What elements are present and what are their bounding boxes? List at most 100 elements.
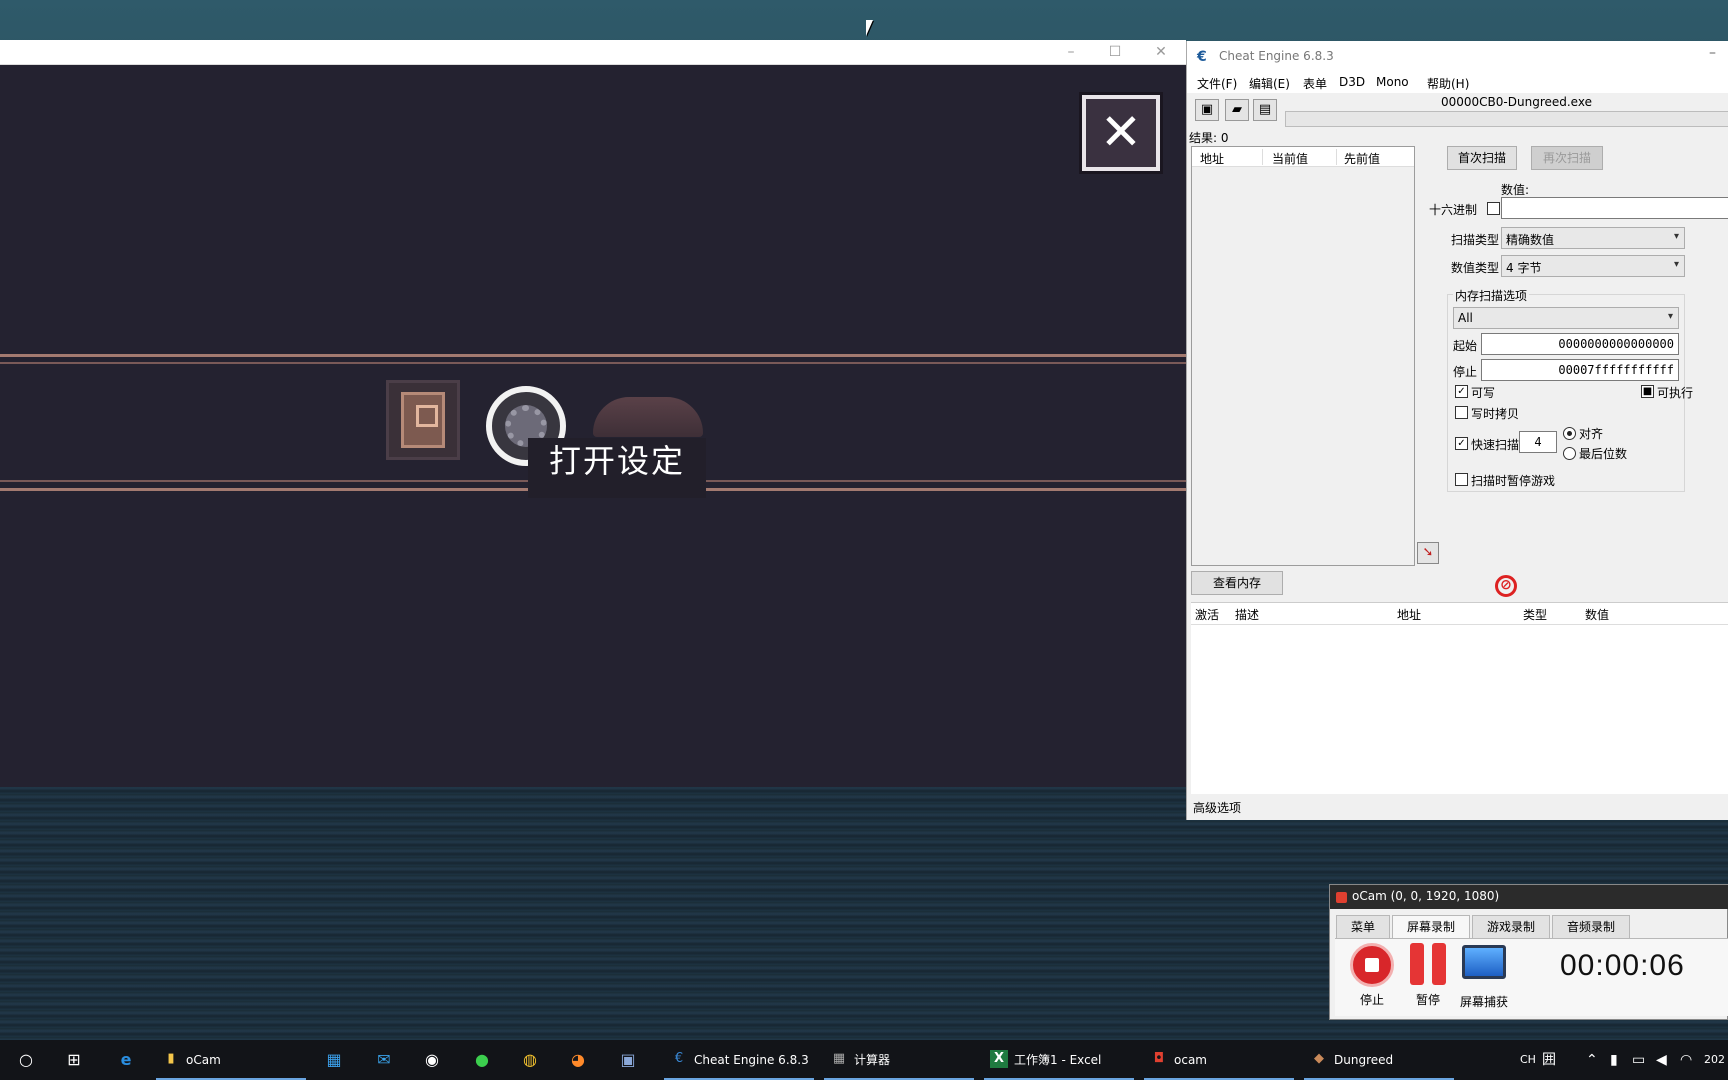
wifi-icon[interactable]: ◠ — [1680, 1040, 1692, 1080]
taskbar-app-dungreed[interactable]: ◆ Dungreed — [1304, 1040, 1454, 1080]
ocam-window: oCam (0, 0, 1920, 1080) 菜单 屏幕录制 游戏录制 音频录… — [1329, 884, 1728, 1020]
capture-label: 屏幕捕获 — [1459, 995, 1508, 1009]
cheat-table[interactable]: 激活 描述 地址 类型 数值 — [1191, 602, 1728, 794]
col-value[interactable]: 数值 — [1585, 606, 1609, 623]
col-description[interactable]: 描述 — [1235, 606, 1259, 623]
wechat-icon[interactable]: ● — [470, 1048, 494, 1072]
menu-d3d[interactable]: D3D — [1339, 75, 1365, 89]
scan-value-input[interactable] — [1501, 197, 1728, 219]
taskbar-app-label: 工作簿1 - Excel — [1014, 1053, 1102, 1067]
fast-scan-label: 快速扫描 — [1471, 438, 1520, 452]
battery-icon[interactable]: ▭ — [1632, 1040, 1645, 1080]
fast-scan-checkbox[interactable]: ✓ — [1455, 437, 1468, 450]
ocam-titlebar[interactable]: oCam (0, 0, 1920, 1080) — [1330, 885, 1728, 909]
last-digits-radio[interactable] — [1563, 447, 1576, 460]
scan-type-label: 扫描类型 — [1451, 233, 1500, 247]
menu-band-top-line-inner — [0, 362, 1186, 364]
found-address-list[interactable]: 地址 当前值 先前值 — [1191, 146, 1415, 566]
input-language-indicator[interactable]: CH — [1520, 1040, 1536, 1080]
view-memory-button[interactable]: 查看内存 — [1191, 571, 1283, 595]
close-icon[interactable]: ✕ — [1138, 40, 1184, 65]
writable-checkbox[interactable]: ✓ — [1455, 385, 1468, 398]
volume-icon[interactable]: ◀ — [1656, 1040, 1667, 1080]
open-file-icon[interactable]: ▰ — [1225, 99, 1249, 121]
menu-edit[interactable]: 编辑(E) — [1249, 75, 1290, 92]
ce-minimize-icon[interactable]: – — [1709, 45, 1728, 61]
stop-icon — [1350, 943, 1394, 987]
pause-record-button[interactable]: 暂停 — [1400, 943, 1456, 1011]
copy-on-write-label: 写时拷贝 — [1471, 407, 1520, 421]
microphone-icon[interactable]: ▮ — [1610, 1040, 1618, 1080]
menu-table[interactable]: 表单 — [1303, 75, 1327, 92]
game-window: – ☐ ✕ ✕ 打开设定 — [0, 40, 1186, 787]
pause-game-checkbox[interactable] — [1455, 473, 1468, 486]
pause-icon — [1406, 943, 1450, 987]
open-process-icon[interactable]: ▣ — [1195, 99, 1219, 121]
taskbar-app-label: Cheat Engine 6.8.3 — [694, 1053, 809, 1067]
fast-scan-alignment-input[interactable]: 4 — [1519, 431, 1557, 453]
maximize-icon[interactable]: ☐ — [1092, 40, 1138, 65]
align-radio[interactable] — [1563, 427, 1576, 440]
clock[interactable]: 202 — [1704, 1040, 1725, 1080]
value-label: 数值: — [1501, 183, 1530, 197]
stop-record-button[interactable]: 停止 — [1344, 943, 1400, 1011]
executable-checkbox[interactable]: ■ — [1641, 385, 1654, 398]
copy-on-write-checkbox[interactable] — [1455, 406, 1468, 419]
arrow-add-icon[interactable]: ➘ — [1417, 542, 1439, 564]
mail-icon[interactable]: ✉ — [372, 1048, 396, 1072]
taskbar-app-calculator[interactable]: ▦ 计算器 — [824, 1040, 974, 1080]
ce-menubar: 文件(F) 编辑(E) 表单 D3D Mono 帮助(H) — [1187, 71, 1728, 93]
firefox-icon[interactable]: ◕ — [566, 1048, 590, 1072]
minimize-icon[interactable]: – — [1048, 40, 1094, 65]
taskbar-app-cheat-engine[interactable]: € Cheat Engine 6.8.3 — [664, 1040, 814, 1080]
pause-label: 暂停 — [1415, 993, 1440, 1007]
chrome-icon[interactable]: ◍ — [518, 1048, 542, 1072]
col-type[interactable]: 类型 — [1523, 606, 1547, 623]
save-file-icon[interactable]: ▤ — [1253, 99, 1277, 121]
ce-titlebar[interactable]: € Cheat Engine 6.8.3 – — [1187, 41, 1728, 71]
col-previous-value[interactable]: 先前值 — [1344, 150, 1380, 167]
first-scan-button[interactable]: 首次扫描 — [1447, 146, 1517, 170]
game-titlebar[interactable]: – ☐ ✕ — [0, 40, 1186, 65]
cheat-engine-window: € Cheat Engine 6.8.3 – 文件(F) 编辑(E) 表单 D3… — [1186, 41, 1728, 820]
no-entry-icon[interactable]: ⊘ — [1495, 575, 1517, 597]
folder-icon: ▮ — [167, 1051, 175, 1066]
col-table-address[interactable]: 地址 — [1397, 606, 1421, 623]
tab-game-record[interactable]: 游戏录制 — [1472, 915, 1550, 939]
col-current-value[interactable]: 当前值 — [1272, 150, 1308, 167]
ime-mode-indicator[interactable]: 囲 — [1542, 1040, 1556, 1080]
book-icon[interactable] — [386, 380, 460, 460]
start-address-label: 起始 — [1453, 339, 1478, 353]
computer-manager-icon[interactable]: ▣ — [616, 1048, 640, 1072]
hex-checkbox[interactable] — [1487, 202, 1500, 215]
tab-screen-record[interactable]: 屏幕录制 — [1392, 915, 1470, 939]
col-active[interactable]: 激活 — [1195, 606, 1219, 623]
tab-audio-record[interactable]: 音频录制 — [1552, 915, 1630, 939]
chevron-up-icon[interactable]: ⌃ — [1586, 1040, 1598, 1080]
chevron-down-icon: ▾ — [1673, 231, 1679, 242]
menu-mono[interactable]: Mono — [1376, 75, 1409, 89]
wing-icon[interactable] — [590, 390, 706, 444]
menu-file[interactable]: 文件(F) — [1197, 75, 1237, 92]
qq-icon[interactable]: ◉ — [420, 1048, 444, 1072]
tab-menu[interactable]: 菜单 — [1336, 915, 1390, 939]
edge-browser-icon[interactable]: e — [114, 1048, 138, 1072]
memory-region-select[interactable]: All ▾ — [1453, 307, 1679, 329]
taskbar-app-excel[interactable]: X 工作簿1 - Excel — [984, 1040, 1134, 1080]
task-view-icon[interactable]: ⊞ — [62, 1048, 86, 1072]
search-circle-icon[interactable]: ○ — [14, 1048, 38, 1072]
next-scan-button[interactable]: 再次扫描 — [1531, 146, 1603, 170]
taskbar-app-ocam-folder[interactable]: ▮ oCam — [156, 1040, 306, 1080]
store-icon[interactable]: ▦ — [322, 1048, 346, 1072]
screen-capture-button[interactable]: 屏幕捕获 — [1456, 943, 1512, 1011]
menu-band-top-line — [0, 354, 1186, 357]
start-address-input[interactable]: 0000000000000000 — [1481, 333, 1679, 355]
scan-type-select[interactable]: 精确数值 ▾ — [1501, 227, 1685, 249]
col-address[interactable]: 地址 — [1200, 150, 1224, 167]
menu-help[interactable]: 帮助(H) — [1427, 75, 1469, 92]
taskbar-app-ocam[interactable]: ◘ ocam — [1144, 1040, 1294, 1080]
value-type-select[interactable]: 4 字节 ▾ — [1501, 255, 1685, 277]
stop-address-input[interactable]: 00007fffffffffff — [1481, 359, 1679, 381]
advanced-options-link[interactable]: 高级选项 — [1193, 799, 1241, 816]
game-close-button[interactable]: ✕ — [1079, 92, 1163, 174]
